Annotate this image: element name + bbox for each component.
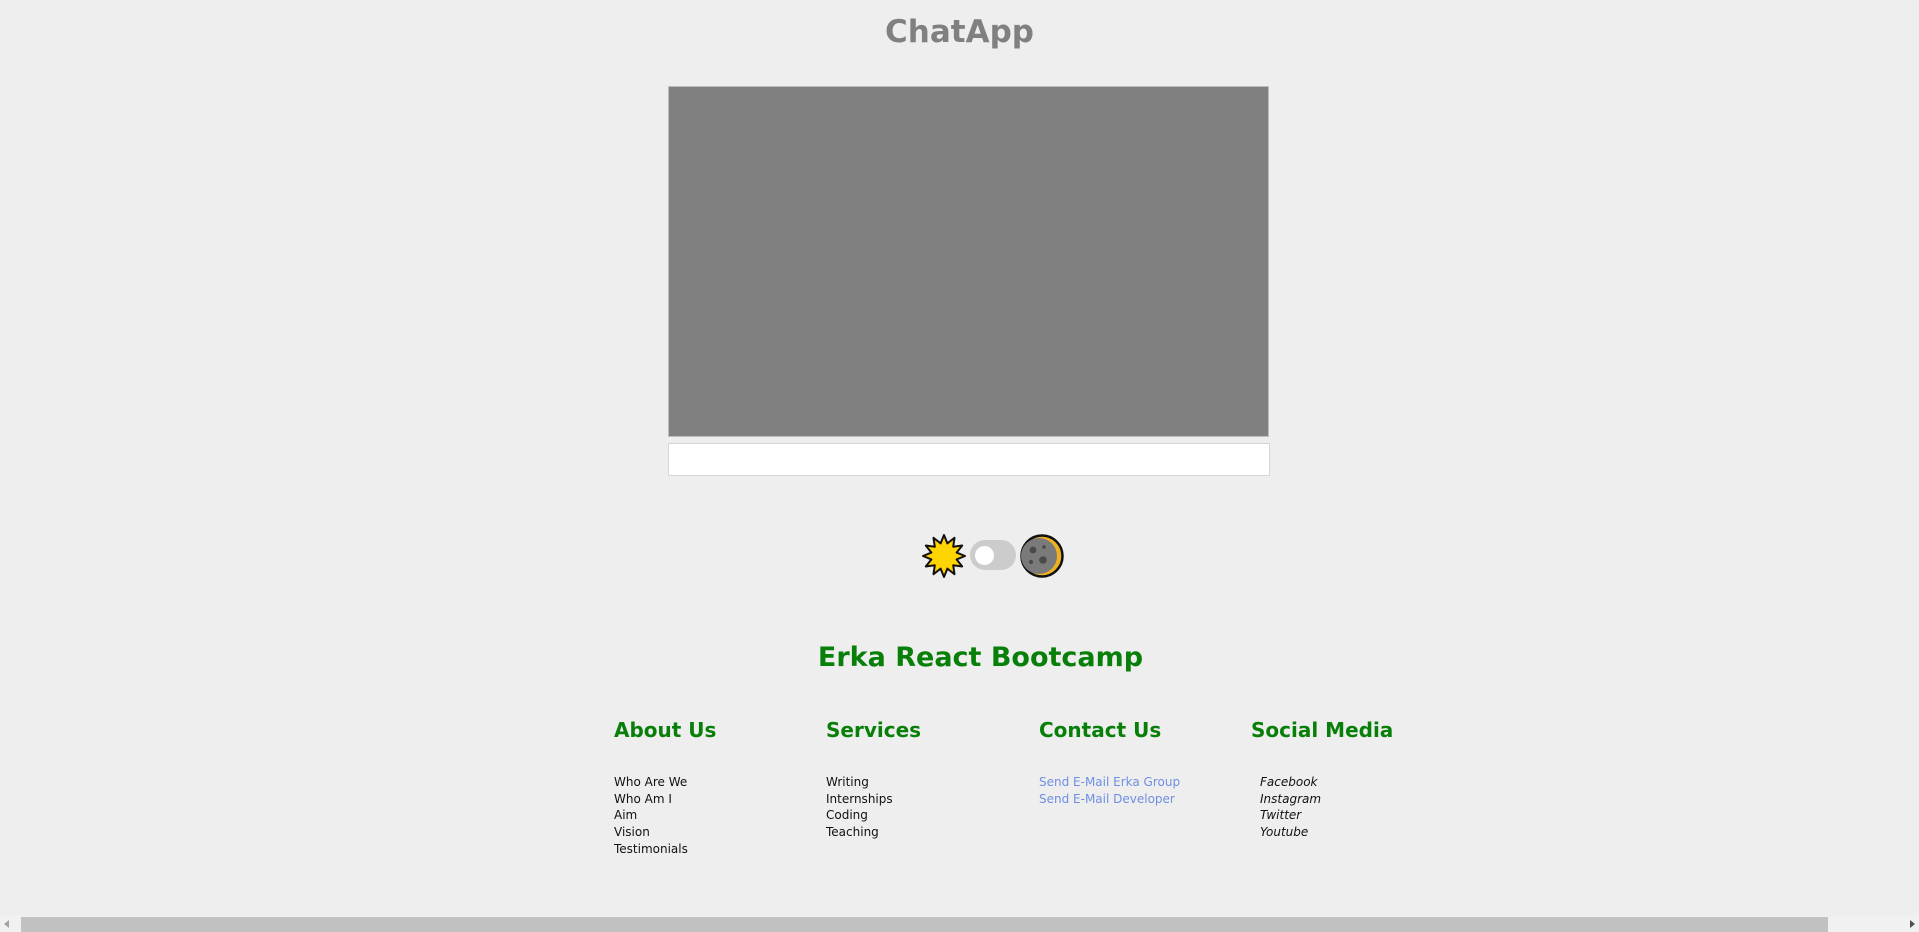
list-item: Instagram [1260, 791, 1321, 808]
scroll-left-arrow-icon[interactable] [4, 920, 9, 928]
list-item: Who Are We [614, 774, 688, 791]
footer-link-internships[interactable]: Internships [826, 792, 893, 806]
list-item: Coding [826, 807, 893, 824]
footer-column-contact-us: Contact Us Send E-Mail Erka Group Send E… [1039, 716, 1239, 806]
scrollbar-thumb[interactable] [21, 917, 1828, 932]
list-item: Writing [826, 774, 893, 791]
list-item: Youtube [1260, 824, 1321, 841]
footer-link-writing[interactable]: Writing [826, 775, 869, 789]
footer-column-services: Services Writing Internships Coding Teac… [826, 716, 1026, 839]
list-item: Send E-Mail Erka Group [1039, 774, 1180, 791]
theme-toggle-row [921, 533, 1065, 579]
message-input[interactable] [668, 443, 1270, 476]
footer-link-email-developer[interactable]: Send E-Mail Developer [1039, 792, 1175, 806]
footer-link-vision[interactable]: Vision [614, 825, 650, 839]
scroll-right-arrow-icon[interactable] [1910, 920, 1915, 928]
page: ChatApp Erka React Bootcamp About Us Who… [0, 0, 1919, 932]
footer-heading-services: Services [826, 718, 922, 742]
list-item: Aim [614, 807, 688, 824]
footer-link-testimonials[interactable]: Testimonials [614, 842, 688, 856]
footer-link-twitter[interactable]: Twitter [1260, 808, 1301, 822]
footer-list-social-media: Facebook Instagram Twitter Youtube [1260, 774, 1321, 841]
footer-heading-about-us: About Us [614, 718, 717, 742]
chat-messages-panel[interactable] [668, 86, 1269, 437]
footer-heading-contact-us: Contact Us [1039, 718, 1162, 742]
footer-link-instagram[interactable]: Instagram [1260, 792, 1321, 806]
list-item: Vision [614, 824, 688, 841]
footer-title: Erka React Bootcamp [817, 642, 1144, 673]
footer-column-social-media: Social Media Facebook Instagram Twitter … [1251, 716, 1451, 839]
footer-heading-social-media: Social Media [1251, 718, 1394, 742]
footer-link-facebook[interactable]: Facebook [1260, 775, 1318, 789]
footer-link-email-erka-group[interactable]: Send E-Mail Erka Group [1039, 775, 1180, 789]
footer-link-who-are-we[interactable]: Who Are We [614, 775, 687, 789]
horizontal-scrollbar[interactable] [0, 916, 1919, 932]
list-item: Twitter [1260, 807, 1321, 824]
footer-link-teaching[interactable]: Teaching [826, 825, 879, 839]
footer-list-about-us: Who Are We Who Am I Aim Vision Testimoni… [614, 774, 688, 858]
list-item: Teaching [826, 824, 893, 841]
theme-toggle-switch[interactable] [970, 540, 1016, 570]
app-title: ChatApp [885, 14, 1034, 50]
moon-icon [1020, 534, 1064, 578]
sun-icon [922, 534, 966, 578]
list-item: Testimonials [614, 841, 688, 858]
footer-list-contact-us: Send E-Mail Erka Group Send E-Mail Devel… [1039, 774, 1180, 807]
list-item: Send E-Mail Developer [1039, 791, 1180, 808]
footer-link-youtube[interactable]: Youtube [1260, 825, 1308, 839]
footer-link-coding[interactable]: Coding [826, 808, 868, 822]
footer-list-services: Writing Internships Coding Teaching [826, 774, 893, 841]
toggle-knob [975, 546, 994, 565]
footer-column-about-us: About Us Who Are We Who Am I Aim Vision … [614, 716, 814, 856]
list-item: Internships [826, 791, 893, 808]
list-item: Who Am I [614, 791, 688, 808]
list-item: Facebook [1260, 774, 1321, 791]
footer-link-aim[interactable]: Aim [614, 808, 637, 822]
footer-link-who-am-i[interactable]: Who Am I [614, 792, 672, 806]
